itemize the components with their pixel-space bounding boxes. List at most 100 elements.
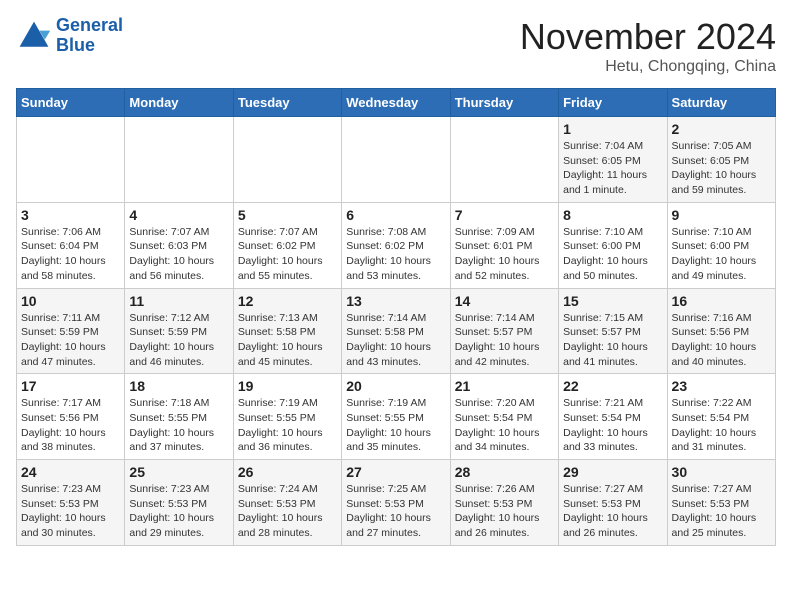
day-number: 20 xyxy=(346,378,445,394)
day-info: Sunrise: 7:26 AM Sunset: 5:53 PM Dayligh… xyxy=(455,482,554,541)
day-info: Sunrise: 7:23 AM Sunset: 5:53 PM Dayligh… xyxy=(21,482,120,541)
day-number: 16 xyxy=(672,293,771,309)
calendar-week-row: 17 Sunrise: 7:17 AM Sunset: 5:56 PM Dayli… xyxy=(17,374,776,460)
title-block: November 2024 Hetu, Chongqing, China xyxy=(520,16,776,76)
day-number: 25 xyxy=(129,464,228,480)
day-info: Sunrise: 7:08 AM Sunset: 6:02 PM Dayligh… xyxy=(346,225,445,284)
day-number: 13 xyxy=(346,293,445,309)
day-number: 18 xyxy=(129,378,228,394)
day-info: Sunrise: 7:11 AM Sunset: 5:59 PM Dayligh… xyxy=(21,311,120,370)
calendar-cell: 14 Sunrise: 7:14 AM Sunset: 5:57 PM Dayli… xyxy=(450,288,558,374)
dow-header: Wednesday xyxy=(342,89,450,117)
calendar-cell: 23 Sunrise: 7:22 AM Sunset: 5:54 PM Dayli… xyxy=(667,374,775,460)
calendar-table: SundayMondayTuesdayWednesdayThursdayFrid… xyxy=(16,88,776,546)
day-number: 27 xyxy=(346,464,445,480)
day-info: Sunrise: 7:14 AM Sunset: 5:57 PM Dayligh… xyxy=(455,311,554,370)
calendar-cell: 2 Sunrise: 7:05 AM Sunset: 6:05 PM Daylig… xyxy=(667,117,775,203)
day-number: 1 xyxy=(563,121,662,137)
day-info: Sunrise: 7:04 AM Sunset: 6:05 PM Dayligh… xyxy=(563,139,662,198)
logo-text: General Blue xyxy=(56,16,123,56)
calendar-body: 1 Sunrise: 7:04 AM Sunset: 6:05 PM Daylig… xyxy=(17,117,776,546)
day-info: Sunrise: 7:25 AM Sunset: 5:53 PM Dayligh… xyxy=(346,482,445,541)
calendar-cell xyxy=(342,117,450,203)
day-info: Sunrise: 7:23 AM Sunset: 5:53 PM Dayligh… xyxy=(129,482,228,541)
calendar-cell: 6 Sunrise: 7:08 AM Sunset: 6:02 PM Daylig… xyxy=(342,202,450,288)
calendar-cell: 16 Sunrise: 7:16 AM Sunset: 5:56 PM Dayli… xyxy=(667,288,775,374)
calendar-cell: 26Sunrise: 7:24 AM Sunset: 5:53 PM Dayli… xyxy=(233,460,341,546)
calendar-cell: 3 Sunrise: 7:06 AM Sunset: 6:04 PM Daylig… xyxy=(17,202,125,288)
page-header: General Blue November 2024 Hetu, Chongqi… xyxy=(16,16,776,76)
month-title: November 2024 xyxy=(520,16,776,58)
calendar-week-row: 10 Sunrise: 7:11 AM Sunset: 5:59 PM Dayli… xyxy=(17,288,776,374)
day-info: Sunrise: 7:27 AM Sunset: 5:53 PM Dayligh… xyxy=(563,482,662,541)
day-info: Sunrise: 7:20 AM Sunset: 5:54 PM Dayligh… xyxy=(455,396,554,455)
calendar-cell: 21Sunrise: 7:20 AM Sunset: 5:54 PM Dayli… xyxy=(450,374,558,460)
logo: General Blue xyxy=(16,16,123,56)
day-info: Sunrise: 7:14 AM Sunset: 5:58 PM Dayligh… xyxy=(346,311,445,370)
day-info: Sunrise: 7:10 AM Sunset: 6:00 PM Dayligh… xyxy=(563,225,662,284)
calendar-week-row: 1 Sunrise: 7:04 AM Sunset: 6:05 PM Daylig… xyxy=(17,117,776,203)
day-info: Sunrise: 7:06 AM Sunset: 6:04 PM Dayligh… xyxy=(21,225,120,284)
calendar-cell: 8Sunrise: 7:10 AM Sunset: 6:00 PM Daylig… xyxy=(559,202,667,288)
day-info: Sunrise: 7:10 AM Sunset: 6:00 PM Dayligh… xyxy=(672,225,771,284)
day-number: 14 xyxy=(455,293,554,309)
dow-header: Saturday xyxy=(667,89,775,117)
day-info: Sunrise: 7:07 AM Sunset: 6:03 PM Dayligh… xyxy=(129,225,228,284)
day-number: 30 xyxy=(672,464,771,480)
day-info: Sunrise: 7:05 AM Sunset: 6:05 PM Dayligh… xyxy=(672,139,771,198)
day-info: Sunrise: 7:27 AM Sunset: 5:53 PM Dayligh… xyxy=(672,482,771,541)
calendar-cell: 30 Sunrise: 7:27 AM Sunset: 5:53 PM Dayli… xyxy=(667,460,775,546)
day-info: Sunrise: 7:22 AM Sunset: 5:54 PM Dayligh… xyxy=(672,396,771,455)
calendar-cell: 22Sunrise: 7:21 AM Sunset: 5:54 PM Dayli… xyxy=(559,374,667,460)
day-number: 17 xyxy=(21,378,120,394)
day-number: 6 xyxy=(346,207,445,223)
calendar-cell: 4 Sunrise: 7:07 AM Sunset: 6:03 PM Daylig… xyxy=(125,202,233,288)
day-number: 19 xyxy=(238,378,337,394)
calendar-cell: 17 Sunrise: 7:17 AM Sunset: 5:56 PM Dayli… xyxy=(17,374,125,460)
calendar-cell: 11Sunrise: 7:12 AM Sunset: 5:59 PM Dayli… xyxy=(125,288,233,374)
calendar-cell xyxy=(125,117,233,203)
day-number: 15 xyxy=(563,293,662,309)
calendar-cell xyxy=(450,117,558,203)
calendar-cell: 9 Sunrise: 7:10 AM Sunset: 6:00 PM Daylig… xyxy=(667,202,775,288)
day-info: Sunrise: 7:12 AM Sunset: 5:59 PM Dayligh… xyxy=(129,311,228,370)
day-info: Sunrise: 7:16 AM Sunset: 5:56 PM Dayligh… xyxy=(672,311,771,370)
day-number: 9 xyxy=(672,207,771,223)
day-info: Sunrise: 7:18 AM Sunset: 5:55 PM Dayligh… xyxy=(129,396,228,455)
day-info: Sunrise: 7:19 AM Sunset: 5:55 PM Dayligh… xyxy=(238,396,337,455)
calendar-cell: 20Sunrise: 7:19 AM Sunset: 5:55 PM Dayli… xyxy=(342,374,450,460)
calendar-cell: 19 Sunrise: 7:19 AM Sunset: 5:55 PM Dayli… xyxy=(233,374,341,460)
logo-icon xyxy=(16,18,52,54)
day-number: 10 xyxy=(21,293,120,309)
dow-header: Sunday xyxy=(17,89,125,117)
day-info: Sunrise: 7:07 AM Sunset: 6:02 PM Dayligh… xyxy=(238,225,337,284)
dow-header: Monday xyxy=(125,89,233,117)
day-number: 7 xyxy=(455,207,554,223)
day-number: 23 xyxy=(672,378,771,394)
day-info: Sunrise: 7:17 AM Sunset: 5:56 PM Dayligh… xyxy=(21,396,120,455)
calendar-cell: 7 Sunrise: 7:09 AM Sunset: 6:01 PM Daylig… xyxy=(450,202,558,288)
calendar-cell: 28 Sunrise: 7:26 AM Sunset: 5:53 PM Dayli… xyxy=(450,460,558,546)
day-number: 3 xyxy=(21,207,120,223)
day-number: 22 xyxy=(563,378,662,394)
day-number: 2 xyxy=(672,121,771,137)
day-number: 28 xyxy=(455,464,554,480)
day-info: Sunrise: 7:13 AM Sunset: 5:58 PM Dayligh… xyxy=(238,311,337,370)
calendar-week-row: 3 Sunrise: 7:06 AM Sunset: 6:04 PM Daylig… xyxy=(17,202,776,288)
calendar-cell xyxy=(17,117,125,203)
day-number: 12 xyxy=(238,293,337,309)
calendar-cell: 13 Sunrise: 7:14 AM Sunset: 5:58 PM Dayli… xyxy=(342,288,450,374)
calendar-cell: 18 Sunrise: 7:18 AM Sunset: 5:55 PM Dayli… xyxy=(125,374,233,460)
day-number: 29 xyxy=(563,464,662,480)
calendar-cell: 15Sunrise: 7:15 AM Sunset: 5:57 PM Dayli… xyxy=(559,288,667,374)
day-info: Sunrise: 7:09 AM Sunset: 6:01 PM Dayligh… xyxy=(455,225,554,284)
dow-header: Friday xyxy=(559,89,667,117)
dow-header: Thursday xyxy=(450,89,558,117)
calendar-cell: 27 Sunrise: 7:25 AM Sunset: 5:53 PM Dayli… xyxy=(342,460,450,546)
day-number: 5 xyxy=(238,207,337,223)
calendar-cell: 25 Sunrise: 7:23 AM Sunset: 5:53 PM Dayli… xyxy=(125,460,233,546)
day-number: 4 xyxy=(129,207,228,223)
calendar-cell: 1 Sunrise: 7:04 AM Sunset: 6:05 PM Daylig… xyxy=(559,117,667,203)
days-of-week-row: SundayMondayTuesdayWednesdayThursdayFrid… xyxy=(17,89,776,117)
dow-header: Tuesday xyxy=(233,89,341,117)
